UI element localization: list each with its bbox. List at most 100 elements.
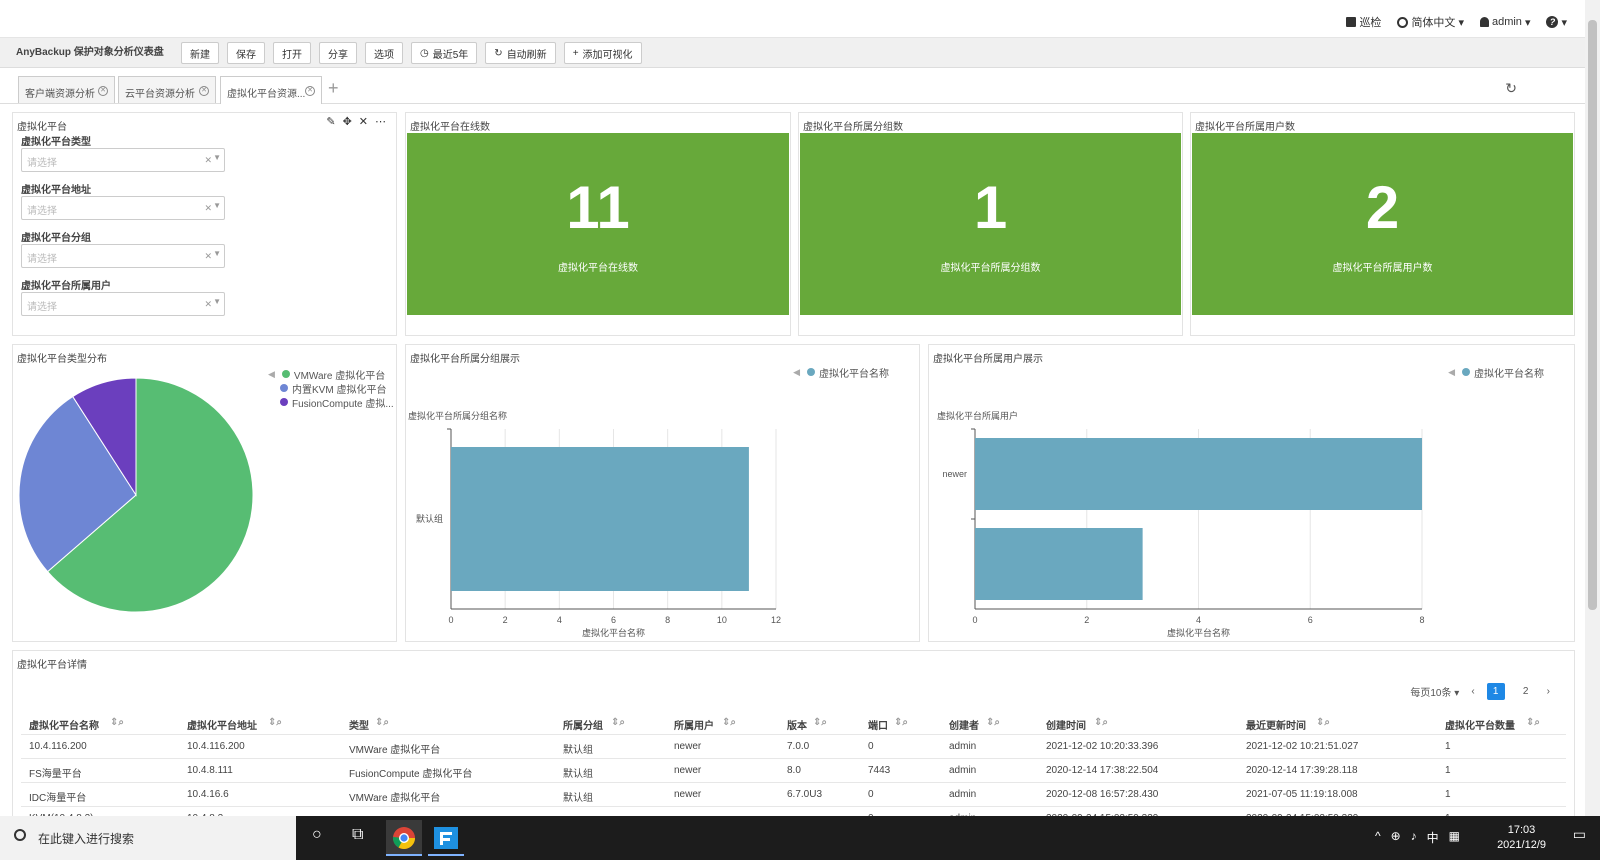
scrollbar-thumb[interactable]: [1588, 20, 1597, 610]
task-view-icon[interactable]: ⧉: [352, 826, 363, 844]
auto-refresh-button[interactable]: ↻ 自动刷新: [485, 42, 556, 64]
notification-icon[interactable]: ▭: [1573, 826, 1586, 843]
add-tab-icon[interactable]: +: [328, 78, 339, 99]
bar[interactable]: [975, 528, 1143, 600]
column-header[interactable]: 类型: [349, 717, 369, 732]
close-icon[interactable]: ✕: [359, 115, 368, 128]
pie-chart-panel: 虚拟化平台类型分布 ◀ VMWare 虚拟化平台 内置KVM 虚拟化平台 Fusi…: [12, 344, 397, 642]
table-row[interactable]: FS海量平台 10.4.8.111 FusionCompute 虚拟化平台 默认组 ne…: [21, 759, 1566, 783]
save-button[interactable]: 保存: [227, 42, 265, 64]
sort-search-icon[interactable]: ⇕⌕: [611, 717, 625, 728]
filter-select-address[interactable]: 请选择 ✕ ▼: [21, 196, 225, 220]
x-tick-label: 12: [771, 615, 781, 625]
sort-search-icon[interactable]: ⇕⌕: [375, 717, 389, 728]
clear-icon[interactable]: ✕: [204, 251, 212, 262]
column-header[interactable]: 创建者: [949, 717, 979, 732]
close-icon[interactable]: ✕: [199, 86, 209, 96]
sort-search-icon[interactable]: ⇕⌕: [722, 717, 736, 728]
tab-virtualization-resources[interactable]: 虚拟化平台资源... ✕: [220, 76, 322, 104]
clear-icon[interactable]: ✕: [204, 155, 212, 166]
sort-search-icon[interactable]: ⇕⌕: [813, 717, 827, 728]
table-row[interactable]: IDC海量平台 10.4.16.6 VMWare 虚拟化平台 默认组 newer 6.7.…: [21, 783, 1566, 807]
column-header[interactable]: 创建时间: [1046, 717, 1086, 732]
table-cell: newer: [674, 741, 702, 752]
user-menu[interactable]: admin ▾: [1479, 14, 1530, 30]
legend-item[interactable]: 内置KVM 虚拟化平台: [268, 381, 394, 396]
tab-cloud-resources[interactable]: 云平台资源分析 ✕: [118, 76, 216, 103]
network-icon[interactable]: ⊕: [1391, 829, 1401, 846]
move-icon[interactable]: ✥: [343, 115, 352, 128]
table-row[interactable]: 10.4.116.200 10.4.116.200 VMWare 虚拟化平台 默认组 n…: [21, 735, 1566, 759]
windows-taskbar: 在此键入进行搜索 ○ ⧉ ^ ⊕ ♪ 中 ▦ 17:03 2021/12/9 ▭: [0, 816, 1600, 860]
table-cell: 0: [868, 789, 874, 800]
inspect-link[interactable]: 巡检: [1346, 14, 1381, 30]
help-menu[interactable]: ? ▾: [1546, 14, 1567, 30]
column-header[interactable]: 所属用户: [674, 717, 714, 732]
chevron-left-icon[interactable]: ◀: [268, 369, 275, 380]
refresh-icon[interactable]: ↻: [1505, 80, 1517, 97]
edit-icon[interactable]: ✎: [326, 115, 335, 128]
next-page-icon[interactable]: ›: [1547, 686, 1550, 697]
close-icon[interactable]: ✕: [98, 86, 108, 96]
clear-icon[interactable]: ✕: [204, 299, 212, 310]
keyboard-icon[interactable]: ▦: [1449, 829, 1460, 846]
chevron-up-icon[interactable]: ^: [1375, 829, 1381, 846]
share-button[interactable]: 分享: [319, 42, 357, 64]
prev-page-icon[interactable]: ‹: [1471, 686, 1474, 697]
options-button[interactable]: 选项: [365, 42, 403, 64]
clear-icon[interactable]: ✕: [204, 203, 212, 214]
filter-select-type[interactable]: 请选择 ✕ ▼: [21, 148, 225, 172]
close-icon[interactable]: ✕: [305, 86, 315, 96]
add-visualization-button[interactable]: + 添加可视化: [563, 42, 642, 64]
column-header[interactable]: 版本: [787, 717, 807, 732]
sort-search-icon[interactable]: ⇕⌕: [268, 717, 282, 728]
filter-select-group[interactable]: 请选择 ✕ ▼: [21, 244, 225, 268]
kpi-tile: 11 虚拟化平台在线数: [407, 133, 789, 315]
taskbar-search[interactable]: 在此键入进行搜索: [0, 816, 296, 860]
kpi-panel-groups: 虚拟化平台所属分组数 1 虚拟化平台所属分组数: [798, 112, 1183, 336]
column-header[interactable]: 最近更新时间: [1246, 717, 1306, 732]
page-size-select[interactable]: 每页10条 ▾: [1410, 684, 1459, 699]
ime-indicator[interactable]: 中: [1427, 829, 1439, 846]
time-range-button[interactable]: ◷ 最近5年: [411, 42, 478, 64]
taskbar-clock[interactable]: 17:03 2021/12/9: [1497, 823, 1546, 853]
dashboard-icon: [1346, 17, 1357, 27]
sort-search-icon[interactable]: ⇕⌕: [894, 717, 908, 728]
legend-item[interactable]: ◀ VMWare 虚拟化平台: [268, 367, 394, 382]
new-button[interactable]: 新建: [181, 42, 219, 64]
plus-icon: +: [572, 47, 579, 59]
column-header[interactable]: 所属分组: [563, 717, 603, 732]
volume-icon[interactable]: ♪: [1411, 829, 1417, 846]
tab-client-resources[interactable]: 客户端资源分析 ✕: [18, 76, 115, 103]
legend-item[interactable]: FusionCompute 虚拟...: [268, 395, 394, 410]
x-tick-label: 4: [1196, 615, 1201, 625]
sort-search-icon[interactable]: ⇕⌕: [110, 717, 124, 728]
chart-title: 虚拟化平台类型分布: [17, 354, 107, 365]
language-select[interactable]: 简体中文 ▾: [1397, 14, 1464, 30]
chrome-icon[interactable]: [386, 820, 422, 856]
sort-search-icon[interactable]: ⇕⌕: [1094, 717, 1108, 728]
sort-search-icon[interactable]: ⇕⌕: [1526, 717, 1540, 728]
column-header[interactable]: 端口: [868, 717, 888, 732]
open-button[interactable]: 打开: [273, 42, 311, 64]
table-cell: 1: [1445, 789, 1451, 800]
y-tick-label: 默认组: [416, 513, 443, 524]
sort-search-icon[interactable]: ⇕⌕: [986, 717, 1000, 728]
more-icon[interactable]: ⋯: [375, 115, 386, 128]
app-icon[interactable]: [428, 820, 464, 856]
cortana-icon[interactable]: ○: [312, 826, 322, 844]
sort-search-icon[interactable]: ⇕⌕: [1316, 717, 1330, 728]
column-header[interactable]: 虚拟化平台数量: [1445, 717, 1515, 732]
page-scrollbar[interactable]: [1585, 0, 1600, 816]
filter-select-user[interactable]: 请选择 ✕ ▼: [21, 292, 225, 316]
language-label: 简体中文: [1411, 17, 1456, 29]
bar[interactable]: [975, 438, 1422, 510]
column-header[interactable]: 虚拟化平台地址: [187, 717, 257, 732]
table-header-row: 虚拟化平台名称 ⇕⌕ 虚拟化平台地址 ⇕⌕ 类型 ⇕⌕ 所属分组 ⇕⌕ 所属用户 ⇕⌕ 版本 ⇕⌕ 端口…: [21, 711, 1566, 735]
bar[interactable]: [451, 447, 749, 591]
column-header[interactable]: 虚拟化平台名称: [29, 717, 99, 732]
page-button[interactable]: 2: [1517, 683, 1535, 700]
page-button[interactable]: 1: [1486, 683, 1505, 700]
table-cell: 6.7.0U3: [787, 789, 823, 800]
legend-label: FusionCompute 虚拟...: [292, 398, 394, 410]
